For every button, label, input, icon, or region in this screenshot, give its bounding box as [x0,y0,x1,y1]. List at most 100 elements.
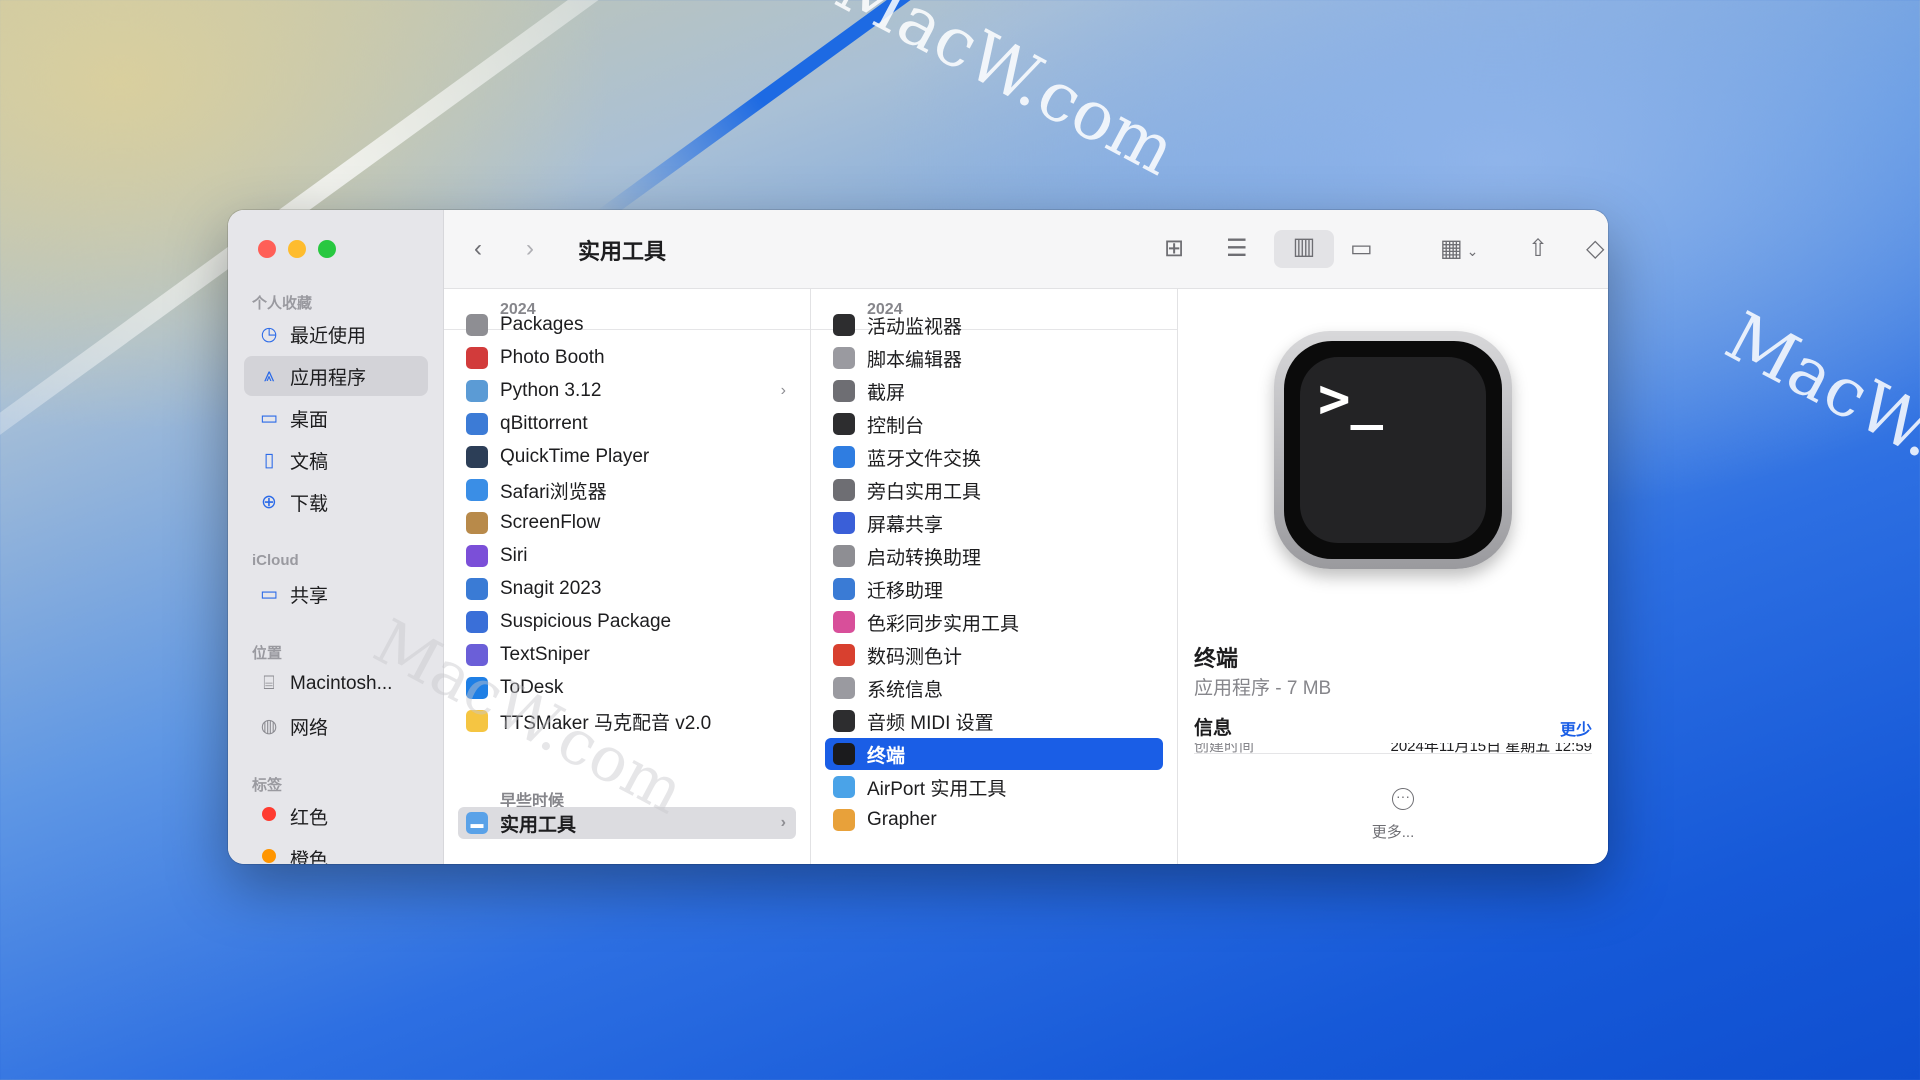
column-view-icon: ▥ [1292,233,1316,260]
app-icon [833,611,855,633]
sidebar-section-tags: 标签 [252,777,283,794]
list-item-label: Packages [500,314,584,335]
finder-window: 个人收藏 ◷ 最近使用 ⩓ 应用程序 ▭ 桌面 ▯ 文稿 ⊕ 下载 iCloud… [228,210,1608,864]
group-button[interactable]: ▦ ⌄ [1440,232,1478,268]
list-item-label: 屏幕共享 [867,514,944,536]
list-item[interactable]: 启动转换助理 [825,540,1163,572]
list-item-label: 系统信息 [867,679,944,701]
orange-tag-icon [262,849,276,863]
minimize-button[interactable] [288,240,306,258]
chevron-left-icon: ‹ [474,235,482,262]
list-item-label: Suspicious Package [500,611,672,632]
list-item-label: 启动转换助理 [867,547,982,569]
icon-view-icon: ⊞ [1164,235,1185,262]
zoom-button[interactable] [318,240,336,258]
chevron-right-icon: › [780,814,786,831]
chevron-right-icon: › [780,382,786,399]
sidebar-item-tag-orange[interactable]: 橙色 [244,838,428,864]
list-item[interactable]: Safari浏览器 [458,474,796,506]
app-icon [833,512,855,534]
toolbar: ‹ › 实用工具 ⊞ ☰ ▥ ▭ ▦ ⌄ ⇧ ◇ ⊙ ⌄ ⌕ [444,210,1608,289]
list-item[interactable]: Python 3.12 › [458,375,796,407]
list-item-label: Grapher [867,809,937,830]
list-item[interactable]: 屏幕共享 [825,507,1163,539]
more-button[interactable]: 更多... [1178,821,1608,842]
tag-button[interactable]: ◇ [1586,232,1604,266]
sidebar-item-desktop[interactable]: ▭ 桌面 [244,398,428,438]
apps-icon: ⩓ [263,365,275,386]
ellipsis-circle-icon[interactable]: ··· [1392,788,1414,810]
sidebar-item-tag-red[interactable]: 红色 [244,796,428,836]
app-icon [466,479,488,501]
list-item[interactable]: 旁白实用工具 [825,474,1163,506]
app-icon [833,710,855,732]
app-icon [466,545,488,567]
list-item-label: Snagit 2023 [500,578,602,599]
share-icon: ⇧ [1528,235,1549,262]
list-item[interactable]: 数码测色计 [825,639,1163,671]
gallery-view-button[interactable]: ▭ [1350,232,1373,266]
list-item[interactable]: 截屏 [825,375,1163,407]
list-item[interactable]: 控制台 [825,408,1163,440]
list-item[interactable]: Grapher [825,804,1163,836]
list-view-button[interactable]: ☰ [1226,232,1248,266]
show-less-link[interactable]: 更少 [1560,716,1592,740]
terminal-app-icon: >_ [1274,331,1512,569]
sidebar-item-network[interactable]: ◍ 网络 [244,706,428,746]
back-button[interactable]: ‹ [474,232,482,266]
list-item[interactable]: AirPort 实用工具 [825,771,1163,803]
document-icon: ▯ [263,449,275,471]
list-item-label: 终端 [867,745,906,767]
list-item[interactable]: Siri [458,540,796,572]
list-item[interactable]: qBittorrent [458,408,796,440]
shared-folder-icon: ▭ [260,583,278,605]
list-item[interactable]: Snagit 2023 [458,573,796,605]
sidebar-section-locations: 位置 [252,645,283,662]
list-item-utilities-folder[interactable]: ▬ 实用工具 › [458,807,796,839]
list-item[interactable]: QuickTime Player [458,441,796,473]
watermark: MacW.com [1713,297,1920,542]
list-item[interactable]: 蓝牙文件交换 [825,441,1163,473]
sidebar-item-downloads[interactable]: ⊕ 下载 [244,482,428,522]
group-icon: ▦ [1440,235,1463,262]
list-item[interactable]: 色彩同步实用工具 [825,606,1163,638]
sidebar-item-label: 共享 [290,585,329,607]
column-utilities[interactable]: 2024 活动监视器 脚本编辑器 截屏 控制台 蓝牙文件交换 旁白实用工具 屏幕共享 启动转换… [811,289,1178,864]
created-label: 创建时间 [1194,743,1255,754]
list-item[interactable]: 音频 MIDI 设置 [825,705,1163,737]
close-button[interactable] [258,240,276,258]
chevron-right-icon: › [526,235,534,262]
app-icon [833,380,855,402]
disk-icon: ⌸ [263,673,275,694]
app-icon [833,644,855,666]
sidebar-item-label: 文稿 [290,451,329,473]
forward-button[interactable]: › [526,232,534,266]
list-item[interactable]: Suspicious Package [458,606,796,638]
list-item[interactable]: ScreenFlow [458,507,796,539]
sidebar-item-applications[interactable]: ⩓ 应用程序 [244,356,428,396]
app-icon [466,446,488,468]
list-item-label: 蓝牙文件交换 [867,448,982,470]
share-button[interactable]: ⇧ [1528,232,1548,266]
list-item-label: Safari浏览器 [500,481,607,503]
sidebar-item-recents[interactable]: ◷ 最近使用 [244,314,428,354]
list-item[interactable]: 终端 [825,738,1163,770]
list-item-label: 控制台 [867,415,925,437]
list-item[interactable]: 系统信息 [825,672,1163,704]
list-item[interactable]: Packages [458,309,796,341]
column-view-button[interactable]: ▥ [1274,230,1334,268]
list-item[interactable]: 脚本编辑器 [825,342,1163,374]
window-title: 实用工具 [578,239,667,264]
list-item-label: 迁移助理 [867,580,944,602]
red-tag-icon [262,807,276,821]
app-icon [833,743,855,765]
app-icon [466,347,488,369]
icon-view-button[interactable]: ⊞ [1164,232,1184,266]
sidebar-item-documents[interactable]: ▯ 文稿 [244,440,428,480]
list-item[interactable]: 活动监视器 [825,309,1163,341]
list-item-label: 音频 MIDI 设置 [867,712,994,734]
app-icon [833,347,855,369]
list-item[interactable]: Photo Booth [458,342,796,374]
list-item[interactable]: 迁移助理 [825,573,1163,605]
app-icon [833,578,855,600]
